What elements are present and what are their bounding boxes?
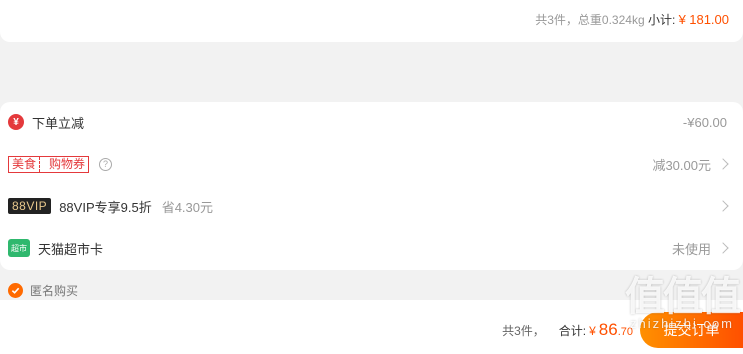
supermarket-card-row[interactable]: 超市 天猫超市卡 未使用 <box>0 228 743 268</box>
total-decimal: .70 <box>617 326 633 338</box>
vip-label: 88VIP专享9.5折 <box>59 199 152 215</box>
chevron-right-icon <box>717 242 729 254</box>
instant-discount-value: -¥60.00 <box>682 114 727 130</box>
red-coin-icon: ¥ <box>8 114 24 130</box>
vip-row[interactable]: 88VIP 88VIP专享9.5折 省4.30元 <box>0 186 743 226</box>
discount-card: ¥ 下单立减 -¥60.00 美食 购物券 ? 减30.00元 88VIP 88… <box>0 102 743 270</box>
help-icon[interactable]: ? <box>99 157 113 171</box>
item-count-weight: 共3件，总重0.324kg <box>535 13 645 27</box>
subtotal-label: 小计: <box>647 13 676 27</box>
supermarket-card-value: 未使用 <box>671 241 711 257</box>
total-integer: 86 <box>598 320 618 339</box>
coupon-value: 减30.00元 <box>652 157 711 173</box>
total-currency: ¥ <box>589 324 596 338</box>
subtotal-value: 181.00 <box>689 12 729 27</box>
total-label: 合计: <box>558 324 587 338</box>
footer-bar: 共3件， 合计: ¥ 86 .70 <box>0 300 743 354</box>
chevron-right-icon <box>717 158 729 170</box>
submit-order-button[interactable]: 提交订单 <box>640 312 743 348</box>
subtotal-currency: ¥ <box>678 12 686 27</box>
anonymous-purchase[interactable]: 匿名购买 <box>8 282 78 299</box>
order-summary-card: 共3件，总重0.324kg 小计: ¥ 181.00 <box>0 0 743 42</box>
checkmark-icon[interactable] <box>8 283 23 298</box>
order-summary: 共3件，总重0.324kg 小计: ¥ 181.00 <box>535 11 729 28</box>
coupon-row[interactable]: 美食 购物券 ? 减30.00元 <box>0 144 743 184</box>
instant-discount-row: ¥ 下单立减 -¥60.00 <box>0 102 743 142</box>
instant-discount-label: 下单立减 <box>32 115 85 131</box>
anonymous-label: 匿名购买 <box>30 284 79 298</box>
chevron-right-icon <box>717 200 729 212</box>
order-total: 共3件， 合计: ¥ 86 .70 <box>502 320 633 340</box>
supermarket-card-label: 天猫超市卡 <box>38 241 104 257</box>
total-count: 共3件， <box>502 324 545 338</box>
vip-badge: 88VIP <box>8 198 52 214</box>
vip-save: 省4.30元 <box>161 199 214 215</box>
food-coupon-tag: 美食 购物券 <box>8 155 90 173</box>
supermarket-card-icon: 超市 <box>8 239 30 257</box>
